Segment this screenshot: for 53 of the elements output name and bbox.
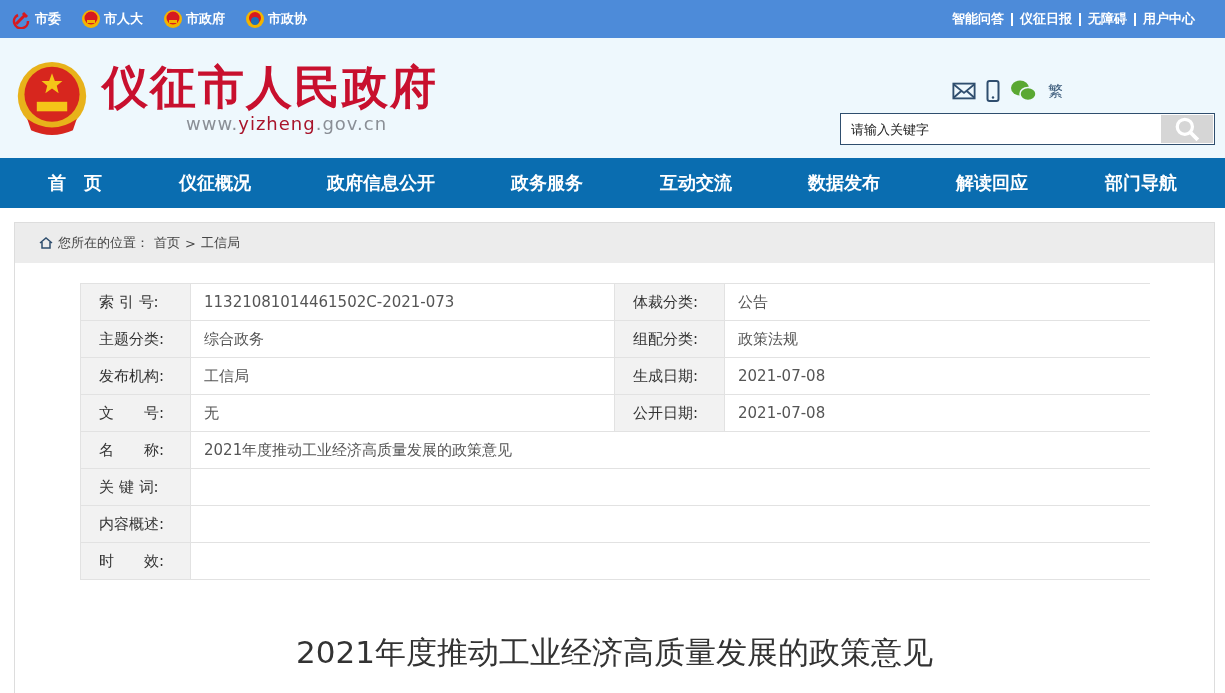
nav-item[interactable]: 政府信息公开 <box>326 171 435 195</box>
breadcrumb-link[interactable]: 首页 <box>154 234 180 252</box>
field-label: 关 键 词: <box>80 469 191 505</box>
field-value: 综合政务 <box>203 328 265 350</box>
field-label: 文 号: <box>80 395 191 431</box>
emblem-icon <box>81 9 101 29</box>
field-label: 公开日期: <box>614 395 725 431</box>
traditional-chinese-link[interactable]: 繁 <box>1048 81 1063 101</box>
site-url: www.yizheng.gov.cn <box>186 112 389 134</box>
article-title: 2021年度推动工业经济高质量发展的政策意见 <box>295 633 934 672</box>
field-label: 发布机构: <box>80 358 191 394</box>
nav-item[interactable]: 首 页 <box>48 171 103 195</box>
top-link[interactable]: 市委 <box>12 9 61 29</box>
breadcrumb-separator: > <box>185 235 196 251</box>
breadcrumb-link[interactable]: 工信局 <box>200 234 240 252</box>
field-label: 名 称: <box>80 432 191 468</box>
nav-item[interactable]: 互动交流 <box>659 171 732 195</box>
field-value: 2021年度推动工业经济高质量发展的政策意见 <box>203 439 514 461</box>
field-label: 组配分类: <box>614 321 725 357</box>
top-link[interactable]: 无障碍 <box>1088 10 1127 28</box>
field-label: 内容概述: <box>80 506 191 542</box>
top-link[interactable]: 市人大 <box>81 9 143 29</box>
breadcrumb-label: 您所在的位置： <box>58 234 149 252</box>
nav-item[interactable]: 解读回应 <box>956 171 1029 195</box>
field-value: 11321081014461502C-2021-073 <box>203 292 456 313</box>
nav-item[interactable]: 数据发布 <box>808 171 881 195</box>
home-icon <box>39 237 53 249</box>
field-value: 公告 <box>737 291 769 313</box>
hammer-sickle-icon <box>12 9 32 29</box>
field-label: 体裁分类: <box>614 284 725 320</box>
top-link[interactable]: 用户中心 <box>1143 10 1195 28</box>
field-value: 2021-07-08 <box>737 366 827 387</box>
top-link[interactable]: 市政府 <box>163 9 225 29</box>
top-link[interactable]: 市政协 <box>245 9 307 29</box>
field-label: 索 引 号: <box>80 284 191 320</box>
nav-item[interactable]: 仪征概况 <box>178 171 251 195</box>
field-value: 无 <box>203 402 220 424</box>
emblem-icon <box>163 9 183 29</box>
field-label: 时 效: <box>80 543 191 579</box>
top-link[interactable]: 智能问答 <box>952 10 1004 28</box>
field-value: 2021-07-08 <box>737 403 827 424</box>
top-link[interactable]: 仪征日报 <box>1020 10 1072 28</box>
nav-item[interactable]: 部门导航 <box>1104 171 1177 195</box>
emblem-icon <box>245 9 265 29</box>
chat-bubbles-icon[interactable] <box>1010 79 1038 103</box>
nav-item[interactable]: 政务服务 <box>511 171 584 195</box>
mail-icon[interactable] <box>952 81 976 101</box>
field-label: 主题分类: <box>80 321 191 357</box>
field-label: 生成日期: <box>614 358 725 394</box>
field-value: 工信局 <box>203 365 250 387</box>
phone-icon[interactable] <box>986 80 1000 102</box>
field-value: 政策法规 <box>737 328 799 350</box>
site-name: 仪征市人民政府 <box>102 62 438 113</box>
